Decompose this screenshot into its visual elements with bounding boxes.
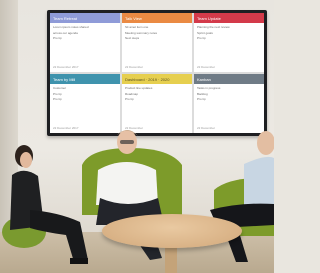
coffee-table [102,214,242,248]
office-photo: Team Retreat Lorem ipsum notes shared ac… [0,0,274,273]
